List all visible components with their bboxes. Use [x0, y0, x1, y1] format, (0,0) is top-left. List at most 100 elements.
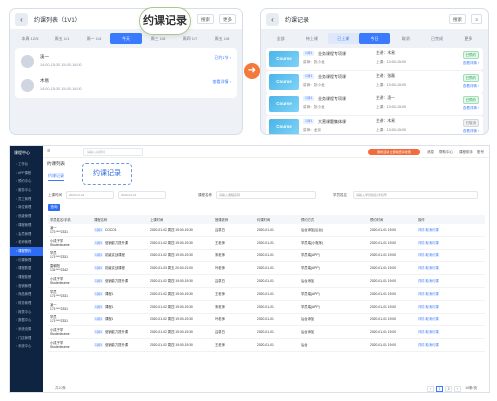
table-cell[interactable]: 详情 取消约课 [416, 343, 485, 347]
table-row: 小成子学 Studentname 1对1 营销能力提升课 2020-01-02 周四 1… [48, 339, 485, 352]
record-card[interactable]: Course 1对1 业务课程专项课 讲师：张小龙 主讲：木易 上课：13:00-15:0… [266, 48, 483, 70]
sidebar-item[interactable]: ▫ 系统设置 [10, 325, 43, 334]
table-cell: 2020-01-01 19:00 [370, 291, 397, 296]
student-input[interactable]: 请输入学员姓名/手机号 [353, 191, 478, 199]
search-button[interactable]: 搜索 [449, 14, 466, 24]
sidebar-item[interactable]: ▫ 系统中心 [10, 342, 43, 351]
logo: 课程中心 [14, 150, 30, 155]
search-button[interactable]: 搜索 [197, 14, 214, 24]
lesson-list: 凌一 14:00-15:30 15:00-16:00 已约1节 › 木易 14:00-1… [15, 48, 237, 98]
lesson-status-link[interactable]: 已约1节 › [214, 55, 231, 61]
status-tab[interactable]: 全部 [265, 33, 296, 44]
table-cell: 凌一 171****2331 [48, 303, 92, 311]
page-size-select[interactable]: 10条/页 [465, 386, 477, 392]
sidebar-item[interactable]: ▫ 数据中心 [10, 316, 43, 325]
sidebar-item[interactable]: ▫ 营销管理 [10, 282, 43, 291]
course-input[interactable]: 请输入课程名称 [216, 191, 316, 199]
lesson-status-link[interactable]: 查看详情 › [213, 79, 231, 85]
table-cell: 2020-01-01 [257, 279, 274, 284]
course-name: 课程1 [104, 291, 114, 296]
table-row: 学员 171****2331 1对1 课程1 2020-01-02 周四 19:00-1… [48, 288, 485, 301]
date-from-field[interactable]: 2020-01-01 [66, 191, 114, 199]
header-message[interactable]: 消息 [427, 150, 434, 155]
page-title: 约课列表 [47, 161, 65, 166]
more-button[interactable]: 更多 [219, 14, 236, 24]
page-button[interactable]: › [454, 386, 462, 392]
sidebar-item[interactable]: ▫ 财务管理 [10, 299, 43, 308]
page-button[interactable]: 1 [436, 386, 444, 392]
table-cell[interactable]: 详情 取消约课 [416, 292, 485, 296]
lesson-time: 14:00-15:30 15:00-16:00 [40, 63, 82, 67]
sidebar-item[interactable]: ▫ 会员管理 [10, 230, 43, 239]
record-card[interactable]: Course 1对1 大营课题集体课 讲师：龙京 主讲：木易 上课：13:00-15:00… [266, 115, 483, 134]
page-title: 约课列表（1V1） [34, 17, 81, 24]
sidebar-item[interactable]: ▫ 工作台 [10, 160, 43, 169]
page-button[interactable]: ‹ [427, 386, 435, 392]
table-cell: 2020-01-01 19:00 [370, 240, 397, 245]
sidebar-item[interactable]: ▫ 员工管理 [10, 195, 43, 204]
date-tab[interactable]: 周五 1/1 [46, 33, 78, 44]
detail-link[interactable]: 查看详情 › [463, 106, 479, 111]
sidebar-item[interactable]: ▫ 报表中心 [10, 308, 43, 317]
date-to-field[interactable]: 2020-01-31 [118, 191, 166, 199]
back-icon[interactable]: ‹ [15, 12, 28, 26]
course-name: 营销能力提升课 [104, 279, 129, 284]
sidebar-item[interactable]: ▫ 约课管理 [10, 256, 43, 265]
table-cell[interactable]: 详情 取消约课 [416, 228, 485, 232]
menu-icon[interactable]: ≡ [471, 14, 482, 24]
lesson-row[interactable]: 凌一 14:00-15:30 15:00-16:00 已约1节 › [21, 51, 231, 73]
detail-link[interactable]: 查看详情 › [463, 61, 479, 66]
table-cell: 叶老师 [215, 266, 225, 271]
record-card[interactable]: Course 1对1 业务课程专项课 讲师：张小龙 主讲：张磊 上课：13:00-15:0… [266, 70, 483, 93]
record-card[interactable]: Course 1对1 业务课程专项课 讲师：张小龙 主讲：凌一 上课：13:00-15:0… [266, 93, 483, 115]
sidebar-item[interactable]: ▫ APP课程 [10, 169, 43, 178]
collapse-icon[interactable]: ☰ [47, 149, 50, 153]
date-tab[interactable]: 周五 1/8 [206, 33, 238, 44]
sidebar-item[interactable]: ▫ 服务中心 [10, 186, 43, 195]
status-tab[interactable]: 今日 [358, 33, 391, 44]
sidebar-item[interactable]: ▫ 门店管理 [10, 334, 43, 343]
sidebar-item[interactable]: ▫ 商品管理 [10, 290, 43, 299]
sidebar-item[interactable]: ▫ 预约中心 [10, 177, 43, 186]
detail-link[interactable]: 查看详情 › [463, 84, 479, 89]
sidebar-item[interactable]: ▫ 班级管理 [10, 212, 43, 221]
course-type-tag: 1对1 [94, 279, 103, 284]
header-help[interactable]: 帮助中心 [439, 150, 453, 155]
sidebar-item[interactable]: ▫ 课程套餐 [10, 273, 43, 282]
date-tab[interactable]: 周一 1/4 [78, 33, 110, 44]
table-cell[interactable]: 详情 取消约课 [416, 266, 485, 270]
status-tab[interactable]: 已完成 [421, 33, 452, 44]
date-tab[interactable]: 本周 12/5 [14, 33, 46, 44]
tab-booking-record[interactable]: 约课记录 [48, 173, 64, 181]
status-tab[interactable]: 待上课 [296, 33, 327, 44]
sidebar-item[interactable]: ▫ 老师管理 [10, 238, 43, 247]
table-cell: 学员端(APP) [301, 291, 320, 296]
date-tab[interactable]: 今天 [110, 33, 142, 44]
table-cell[interactable]: 详情 取消约课 [416, 253, 485, 257]
status-tab[interactable]: 更多 [453, 33, 484, 44]
header-assistant[interactable]: 课程助手 [459, 150, 473, 155]
lesson-row[interactable]: 木易 14:00-15:30 15:00-16:00 查看详情 › [21, 75, 231, 97]
promo-banner[interactable]: 限时活动 立即续费享优惠 [368, 149, 420, 155]
back-icon[interactable]: ‹ [266, 12, 279, 26]
table-cell[interactable]: 详情 取消约课 [416, 330, 485, 334]
status-tab[interactable]: 取消 [390, 33, 421, 44]
table-cell[interactable]: 详情 取消约课 [416, 241, 485, 245]
query-button[interactable]: 查询 [48, 204, 60, 211]
table-cell[interactable]: 详情 取消约课 [416, 317, 485, 321]
table-cell: 1对1 课程1 [92, 317, 148, 322]
sidebar-item[interactable]: ▫ 课程管理 [10, 221, 43, 230]
page-button[interactable]: 2 [445, 386, 453, 392]
detail-link[interactable]: 查看详情 › [463, 129, 479, 134]
search-input[interactable]: 请输入关键词 [83, 148, 143, 156]
table-cell[interactable]: 详情 取消约课 [416, 305, 485, 309]
sidebar-item[interactable]: ▫ 岗位管理 [10, 203, 43, 212]
table-cell: 王老师 [215, 291, 225, 296]
table-cell: 2020-01-02 周四 19:00-19:30 [150, 343, 193, 348]
sidebar-item[interactable]: ▫ 课程预约 [10, 246, 43, 256]
table-cell[interactable]: 详情 取消约课 [416, 279, 485, 283]
header-account[interactable]: 账号 [477, 150, 484, 155]
course-title: 业务课程专项课 [318, 96, 346, 101]
status-tab[interactable]: 已上课 [327, 33, 359, 44]
sidebar-item[interactable]: ▫ 课程数据 [10, 264, 43, 273]
